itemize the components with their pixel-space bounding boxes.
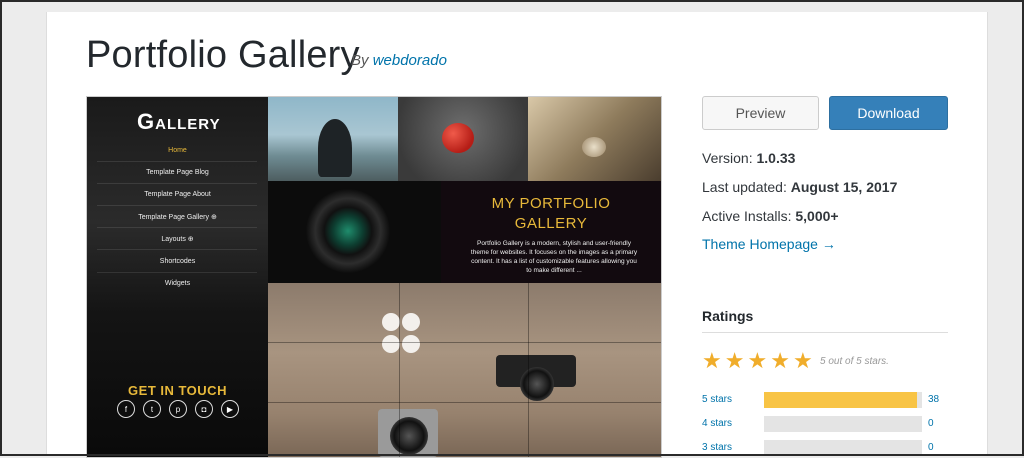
person-silhouette — [318, 119, 352, 177]
screenshot-menu-widgets: Widgets — [164, 280, 191, 287]
byline: By webdorado — [351, 52, 447, 69]
rating-bar-fill — [764, 392, 918, 408]
page-title: Portfolio Gallery — [86, 34, 360, 76]
download-button[interactable]: Download — [829, 96, 948, 130]
menu-divider — [97, 205, 257, 206]
logo-text: ALLERY — [155, 116, 221, 133]
screenshot-logo: GALLERY — [137, 109, 221, 135]
shell-shape — [582, 137, 606, 157]
camera-lens-shape — [306, 189, 390, 273]
rating-label[interactable]: 3 stars — [702, 442, 732, 453]
screenshot-menu-layouts: Layouts ⊕ — [161, 236, 194, 243]
last-updated-value: August 15, 2017 — [790, 179, 898, 195]
rating-bar — [764, 440, 922, 456]
version-value: 1.0.33 — [756, 150, 796, 166]
by-prefix: By — [351, 52, 369, 69]
logo-letter: G — [137, 109, 156, 134]
theme-card: Portfolio Gallery By webdorado GALLERY H… — [46, 12, 988, 458]
portfolio-title: MY PORTFOLIO GALLERY — [441, 194, 661, 234]
portfolio-description: Portfolio Gallery is a modern, stylish a… — [470, 240, 638, 274]
menu-divider — [97, 161, 257, 162]
apple-shape — [442, 123, 474, 153]
ratings-divider — [702, 332, 948, 333]
grid-line — [528, 283, 529, 457]
twitter-icon: t — [143, 400, 161, 418]
active-installs-label: Active Installs: — [702, 208, 792, 224]
youtube-icon: ▶ — [221, 400, 239, 418]
screenshot-menu-shortcodes: Shortcodes — [159, 258, 196, 265]
last-updated-label: Last updated: — [702, 179, 787, 195]
instagram-icon: ◘ — [195, 400, 213, 418]
apple-photo — [398, 97, 528, 181]
active-installs-value: 5,000+ — [795, 208, 839, 224]
macaron-shape — [382, 335, 400, 353]
grid-line — [399, 283, 400, 457]
menu-divider — [97, 227, 257, 228]
macaron-shape — [382, 313, 400, 331]
screenshot-menu-gallery: Template Page Gallery ⊕ — [138, 214, 217, 221]
menu-divider — [97, 249, 257, 250]
star-icon: ★ — [770, 348, 790, 373]
screenshot-menu-home: Home — [168, 147, 187, 154]
preview-button[interactable]: Preview — [702, 96, 819, 130]
screenshot-menu-blog: Template Page Blog — [146, 169, 209, 176]
version-label: Version: — [702, 150, 753, 166]
get-in-touch-heading: GET IN TOUCH — [128, 383, 227, 398]
rating-label[interactable]: 5 stars — [702, 394, 732, 405]
rating-count[interactable]: 0 — [928, 418, 934, 429]
menu-divider — [97, 272, 257, 273]
macaron-shape — [402, 335, 420, 353]
rating-bar — [764, 416, 922, 432]
social-icons: f t p ◘ ▶ — [117, 400, 239, 418]
author-link[interactable]: webdorado — [373, 52, 447, 69]
ratings-heading: Ratings — [702, 308, 754, 324]
grid-line — [268, 342, 661, 343]
portfolio-title-line2: GALLERY — [514, 215, 588, 232]
lens-photo — [268, 181, 441, 283]
rating-count[interactable]: 0 — [928, 442, 934, 453]
rating-label[interactable]: 4 stars — [702, 418, 732, 429]
star-icon: ★ — [792, 348, 813, 373]
facebook-icon: f — [117, 400, 135, 418]
camera-lens-shape — [390, 417, 428, 455]
star-icon: ★ — [747, 348, 768, 373]
portfolio-text-block: MY PORTFOLIO GALLERY Portfolio Gallery i… — [441, 181, 661, 283]
star-icon: ★ — [724, 348, 745, 373]
rating-count[interactable]: 38 — [928, 394, 939, 405]
shell-photo — [528, 97, 661, 181]
star-icon: ★ — [702, 348, 722, 373]
screenshot-sidebar: GALLERY Home Template Page Blog Template… — [87, 97, 268, 457]
portfolio-title-line1: MY PORTFOLIO — [491, 195, 611, 212]
wood-table-photo — [268, 283, 661, 457]
rating-row-4[interactable]: 4 stars 0 — [702, 416, 952, 432]
macaron-shape — [402, 313, 420, 331]
grid-line — [268, 402, 661, 403]
version-row: Version: 1.0.33 — [702, 150, 795, 166]
pinterest-icon: p — [169, 400, 187, 418]
theme-homepage-link[interactable]: Theme Homepage → — [702, 236, 836, 252]
star-rating: ★ ★ ★ ★ ★ — [702, 350, 813, 372]
screenshot-menu-about: Template Page About — [144, 191, 211, 198]
beach-photo — [268, 97, 398, 181]
theme-screenshot: GALLERY Home Template Page Blog Template… — [86, 96, 662, 458]
camera-lens-shape — [520, 367, 554, 401]
menu-divider — [97, 183, 257, 184]
rating-row-5[interactable]: 5 stars 38 — [702, 392, 952, 408]
rating-row-3[interactable]: 3 stars 0 — [702, 440, 952, 456]
stars-caption: 5 out of 5 stars. — [820, 356, 889, 367]
last-updated-row: Last updated: August 15, 2017 — [702, 179, 897, 195]
active-installs-row: Active Installs: 5,000+ — [702, 208, 839, 224]
rating-bar — [764, 392, 922, 408]
